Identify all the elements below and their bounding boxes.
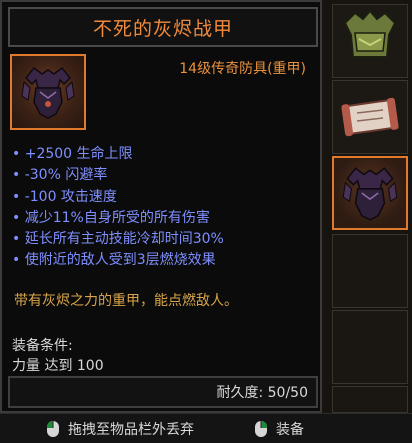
scroll-icon (341, 97, 399, 137)
stat-line: • 延长所有主动技能冷却时间30% (12, 231, 224, 248)
mouse-left-click-icon (47, 421, 59, 437)
game-screen: 不死的灰烬战甲 14级传奇防具(重甲) • +2500 生命上限 • -30% … (0, 0, 412, 443)
tooltip-title-bar: 不死的灰烬战甲 (8, 7, 318, 47)
equip-label: 装备 (276, 422, 304, 438)
requirements-value: 力量 达到 100 (12, 358, 104, 374)
action-bar: 拖拽至物品栏外丢弃 装备 (0, 413, 412, 443)
inventory-slot-selected[interactable] (332, 156, 408, 230)
inventory-slot[interactable] (332, 310, 408, 384)
item-tooltip: 不死的灰烬战甲 14级传奇防具(重甲) • +2500 生命上限 • -30% … (0, 0, 322, 413)
flavor-text: 带有灰烬之力的重甲，能点燃敌人。 (14, 293, 238, 309)
stat-line: • 使附近的敌人受到3层燃烧效果 (12, 252, 216, 269)
stat-list: • +2500 生命上限 • -30% 闪避率 • -100 攻击速度 • 减少… (12, 144, 224, 272)
drop-label: 拖拽至物品栏外丢弃 (68, 422, 194, 438)
item-type-label: 14级传奇防具(重甲) (179, 61, 306, 77)
ashen-armor-icon (342, 167, 398, 221)
inventory-slot[interactable] (332, 80, 408, 154)
item-name: 不死的灰烬战甲 (92, 17, 233, 40)
inventory-slot[interactable] (332, 234, 408, 308)
durability-box: 耐久度: 50/50 (8, 376, 318, 408)
stat-line: • +2500 生命上限 (12, 146, 133, 162)
durability-text: 耐久度: 50/50 (216, 385, 308, 401)
equip-action[interactable]: 装备 (254, 419, 304, 439)
requirements-label: 装备条件: (12, 338, 73, 354)
stat-line: • -100 攻击速度 (12, 188, 117, 205)
inventory-slot[interactable] (332, 386, 408, 413)
stat-line: • 减少11%自身所受的所有伤害 (12, 209, 210, 226)
ashen-armor-icon (10, 54, 86, 130)
stat-line: • -30% 闪避率 (12, 167, 108, 184)
drop-action[interactable]: 拖拽至物品栏外丢弃 (46, 419, 194, 439)
mouse-right-click-icon (255, 421, 267, 437)
crown-armor-icon (343, 9, 397, 58)
inventory-slot[interactable] (332, 4, 408, 78)
